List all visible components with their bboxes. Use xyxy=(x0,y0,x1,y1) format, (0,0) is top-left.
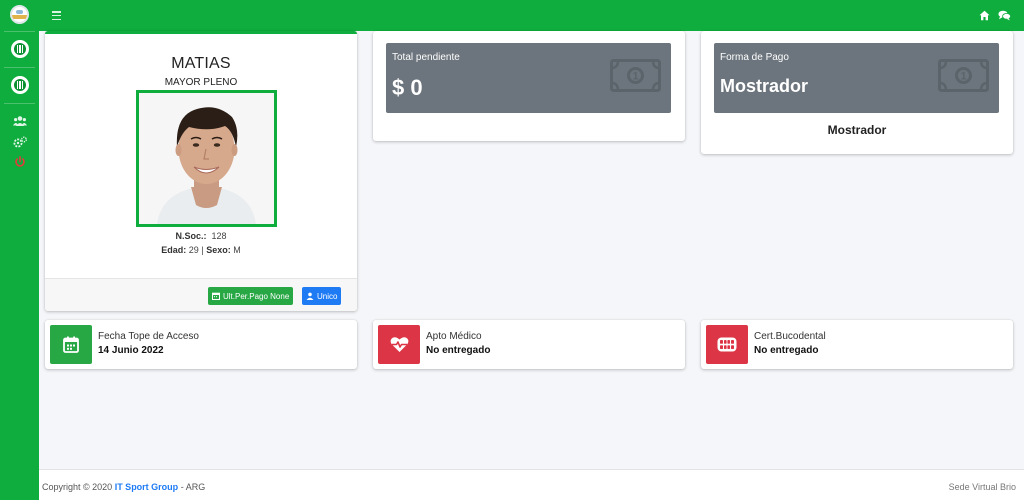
access-deadline-card: Fecha Tope de Acceso 14 Junio 2022 xyxy=(45,320,357,369)
dental-certificate-card: Cert.Bucodental No entregado xyxy=(701,320,1013,369)
payment-method-card: Forma de Pago Mostrador 1 Mostrador xyxy=(701,31,1013,154)
unique-button[interactable]: Unico xyxy=(302,287,342,305)
svg-text:1: 1 xyxy=(960,71,966,83)
payment-method-text: Mostrador xyxy=(827,123,887,137)
brand-link[interactable]: IT Sport Group xyxy=(115,482,179,492)
teeth-icon xyxy=(717,337,737,352)
heartbeat-icon xyxy=(390,337,408,352)
bars-icon[interactable] xyxy=(52,11,61,20)
member-avatar xyxy=(139,93,274,224)
payment-method-value: Mostrador xyxy=(720,76,809,96)
medical-certificate-card: Apto Médico No entregado xyxy=(373,320,685,369)
user-icon xyxy=(306,292,314,300)
sidebar-divider xyxy=(4,67,35,68)
copyright-suffix: - ARG xyxy=(180,482,206,492)
pending-total-box: Total pendiente $ 0 1 xyxy=(386,43,671,113)
member-number-label: N.Soc.: xyxy=(175,231,207,241)
payment-method-box: Forma de Pago Mostrador 1 xyxy=(714,43,999,113)
medical-certificate-icon-box xyxy=(378,325,420,364)
pending-total-label: Total pendiente xyxy=(392,52,460,63)
info-separator: | xyxy=(201,245,204,255)
medical-certificate-value: No entregado xyxy=(426,345,491,356)
payment-method-label: Forma de Pago xyxy=(720,52,789,63)
access-deadline-label: Fecha Tope de Acceso xyxy=(98,331,199,342)
age-label: Edad: xyxy=(161,245,187,255)
club-logo-icon[interactable] xyxy=(10,5,29,24)
pending-total-card: Total pendiente $ 0 1 xyxy=(373,31,685,141)
sex-label: Sexo: xyxy=(206,245,231,255)
footer-site-name: Sede Virtual Brio xyxy=(948,482,1016,492)
sidebar-divider xyxy=(4,31,35,32)
member-number: 128 xyxy=(211,231,227,241)
topbar xyxy=(39,0,1024,31)
member-name: MATIAS xyxy=(171,55,231,72)
home-icon[interactable] xyxy=(979,10,990,21)
last-payment-label: Ult.Per.Pago None xyxy=(223,291,290,301)
unique-label: Unico xyxy=(317,291,338,301)
copyright-text: Copyright © 2020 xyxy=(42,482,113,492)
club-crest-icon[interactable] xyxy=(11,40,29,58)
footer: Copyright © 2020 IT Sport Group - ARG Se… xyxy=(39,469,1024,500)
profile-card-footer: Ult.Per.Pago None Unico xyxy=(45,278,357,311)
footer-copyright: Copyright © 2020 IT Sport Group - ARG xyxy=(42,482,205,492)
pending-total-value: $ 0 xyxy=(392,75,423,100)
calendar-icon xyxy=(63,336,79,353)
sidebar xyxy=(0,0,39,500)
club-crest-icon[interactable] xyxy=(11,76,29,94)
member-photo xyxy=(136,90,277,227)
comments-icon[interactable] xyxy=(998,10,1011,21)
dental-certificate-icon-box xyxy=(706,325,748,364)
users-icon[interactable] xyxy=(13,115,27,127)
member-info-line: Edad: 29 | Sexo: M xyxy=(45,245,357,255)
cogs-icon[interactable] xyxy=(13,136,27,148)
member-number-line: N.Soc.: 128 xyxy=(45,231,357,241)
sex-value: M xyxy=(233,245,241,255)
member-category: MAYOR PLENO xyxy=(164,77,238,88)
last-payment-button[interactable]: Ult.Per.Pago None xyxy=(208,287,294,305)
sidebar-divider xyxy=(4,103,35,104)
dental-certificate-value: No entregado xyxy=(754,345,819,356)
dental-certificate-label: Cert.Bucodental xyxy=(754,331,826,342)
power-icon[interactable] xyxy=(13,156,27,168)
money-bill-icon: 1 xyxy=(610,59,661,92)
access-deadline-value: 14 Junio 2022 xyxy=(98,345,164,356)
money-bill-icon: 1 xyxy=(938,59,989,92)
svg-text:1: 1 xyxy=(632,71,638,83)
age-value: 29 xyxy=(188,245,199,255)
member-profile-card: MATIAS MAYOR PLENO N.Soc.: 128 Edad: 29 … xyxy=(45,31,357,311)
medical-certificate-label: Apto Médico xyxy=(426,331,482,342)
calendar-icon xyxy=(212,292,220,300)
access-deadline-icon-box xyxy=(50,325,92,364)
